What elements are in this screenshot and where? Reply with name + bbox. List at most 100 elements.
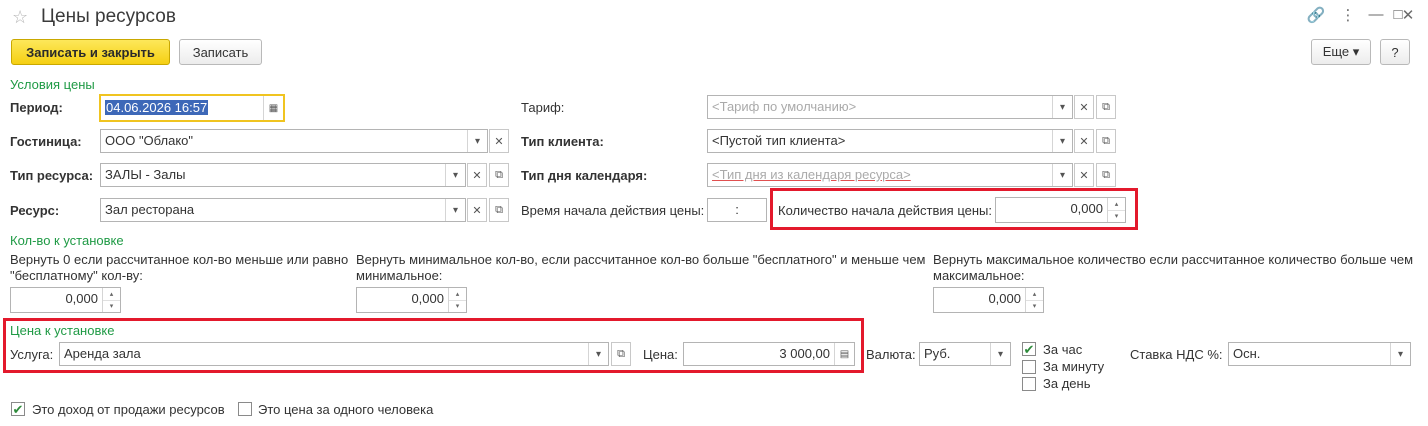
- currency-dropdown-icon[interactable]: ▾: [990, 343, 1010, 365]
- start-time-label: Время начала действия цены:: [521, 203, 705, 218]
- currency-label: Валюта:: [866, 347, 916, 362]
- quantity-col1-value: 0,000: [65, 291, 98, 306]
- quantity-col2-description: Вернуть минимальное кол-во, если рассчит…: [356, 252, 926, 283]
- more-button[interactable]: Еще ▾: [1311, 39, 1371, 65]
- income-label: Это доход от продажи ресурсов: [32, 402, 225, 417]
- client-type-value: <Пустой тип клиента>: [712, 133, 846, 148]
- vat-select[interactable]: Осн. ▾: [1228, 342, 1411, 366]
- favorite-star-icon[interactable]: ☆: [12, 7, 28, 28]
- client-type-label: Тип клиента:: [521, 134, 604, 149]
- service-value: Аренда зала: [64, 346, 141, 361]
- help-button[interactable]: ?: [1380, 39, 1410, 65]
- link-icon[interactable]: 🔗: [1306, 6, 1326, 24]
- start-quantity-label: Количество начала действия цены:: [778, 203, 992, 218]
- resource-type-field[interactable]: ЗАЛЫ - Залы ▾: [100, 163, 466, 187]
- spin-up-icon[interactable]: ▴: [449, 288, 466, 300]
- spin-down-icon[interactable]: ▾: [449, 299, 466, 313]
- quantity-col3-field[interactable]: 0,000 ▴ ▾: [933, 287, 1044, 313]
- calendar-icon[interactable]: ▦: [263, 96, 283, 120]
- spin-down-icon[interactable]: ▾: [1026, 299, 1043, 313]
- resource-type-dropdown-icon[interactable]: ▾: [445, 164, 465, 186]
- currency-select[interactable]: Руб. ▾: [919, 342, 1011, 366]
- per-day-checkbox[interactable]: [1022, 377, 1036, 391]
- calculator-icon[interactable]: ▤: [834, 343, 854, 365]
- service-label: Услуга:: [10, 347, 54, 362]
- day-type-field[interactable]: <Тип дня из календаря ресурса> ▾: [707, 163, 1073, 187]
- price-label: Цена:: [643, 347, 678, 362]
- section-title-price: Цена к установке: [10, 323, 115, 338]
- per-hour-label: За час: [1043, 342, 1083, 357]
- tariff-placeholder: <Тариф по умолчанию>: [712, 99, 857, 114]
- quantity-col2-field[interactable]: 0,000 ▴ ▾: [356, 287, 467, 313]
- tariff-dropdown-icon[interactable]: ▾: [1052, 96, 1072, 118]
- start-quantity-value: 0,000: [1070, 201, 1103, 216]
- hotel-value: ООО "Облако": [105, 133, 194, 148]
- resource-type-open-icon[interactable]: ⧉: [489, 163, 509, 187]
- resource-field[interactable]: Зал ресторана ▾: [100, 198, 466, 222]
- day-type-placeholder: <Тип дня из календаря ресурса>: [712, 167, 911, 182]
- tariff-label: Тариф:: [521, 100, 565, 115]
- per-minute-label: За минуту: [1043, 359, 1105, 374]
- start-time-field[interactable]: :: [707, 198, 767, 222]
- service-dropdown-icon[interactable]: ▾: [588, 343, 608, 365]
- hotel-dropdown-icon[interactable]: ▾: [467, 130, 487, 152]
- close-icon[interactable]: ✕: [1398, 6, 1418, 24]
- period-value: 04.06.2026 16:57: [105, 100, 209, 115]
- resource-type-label: Тип ресурса:: [10, 168, 94, 183]
- spin-up-icon[interactable]: ▴: [103, 288, 120, 300]
- start-quantity-field[interactable]: 0,000 ▴ ▾: [995, 197, 1126, 223]
- tariff-open-icon[interactable]: ⧉: [1096, 95, 1116, 119]
- resource-dropdown-icon[interactable]: ▾: [445, 199, 465, 221]
- tariff-field[interactable]: <Тариф по умолчанию> ▾: [707, 95, 1073, 119]
- resource-open-icon[interactable]: ⧉: [489, 198, 509, 222]
- day-type-dropdown-icon[interactable]: ▾: [1052, 164, 1072, 186]
- service-open-icon[interactable]: ⧉: [611, 342, 631, 366]
- quantity-col3-description: Вернуть максимальное количество если рас…: [933, 252, 1414, 283]
- vat-value: Осн.: [1233, 346, 1261, 361]
- hotel-clear-icon[interactable]: ✕: [489, 129, 509, 153]
- save-and-close-button[interactable]: Записать и закрыть: [11, 39, 170, 65]
- quantity-col3-value: 0,000: [988, 291, 1021, 306]
- tariff-clear-icon[interactable]: ✕: [1074, 95, 1094, 119]
- per-minute-checkbox[interactable]: [1022, 360, 1036, 374]
- start-time-value: :: [735, 202, 739, 217]
- per-hour-checkbox[interactable]: ✔: [1022, 342, 1036, 356]
- client-type-open-icon[interactable]: ⧉: [1096, 129, 1116, 153]
- vat-dropdown-icon[interactable]: ▾: [1390, 343, 1410, 365]
- more-menu-icon[interactable]: ⋮: [1338, 6, 1358, 24]
- day-type-clear-icon[interactable]: ✕: [1074, 163, 1094, 187]
- save-button[interactable]: Записать: [179, 39, 262, 65]
- day-type-open-icon[interactable]: ⧉: [1096, 163, 1116, 187]
- per-person-label: Это цена за одного человека: [258, 402, 434, 417]
- day-type-label: Тип дня календаря:: [521, 168, 648, 183]
- vat-label: Ставка НДС %:: [1130, 347, 1223, 362]
- price-field[interactable]: 3 000,00 ▤: [683, 342, 855, 366]
- service-field[interactable]: Аренда зала ▾: [59, 342, 609, 366]
- resource-type-clear-icon[interactable]: ✕: [467, 163, 487, 187]
- period-field[interactable]: 04.06.2026 16:57 ▦: [99, 94, 285, 122]
- quantity-col2-value: 0,000: [411, 291, 444, 306]
- currency-value: Руб.: [924, 346, 951, 361]
- price-value: 3 000,00: [779, 346, 830, 361]
- client-type-dropdown-icon[interactable]: ▾: [1052, 130, 1072, 152]
- client-type-field[interactable]: <Пустой тип клиента> ▾: [707, 129, 1073, 153]
- hotel-label: Гостиница:: [10, 134, 82, 149]
- income-checkbox[interactable]: ✔: [11, 402, 25, 416]
- quantity-col1-field[interactable]: 0,000 ▴ ▾: [10, 287, 121, 313]
- resource-clear-icon[interactable]: ✕: [467, 198, 487, 222]
- spin-up-icon[interactable]: ▴: [1026, 288, 1043, 300]
- period-label: Период:: [10, 100, 63, 115]
- spin-up-icon[interactable]: ▴: [1108, 198, 1125, 210]
- section-title-conditions: Условия цены: [10, 77, 95, 92]
- per-day-label: За день: [1043, 376, 1091, 391]
- hotel-field[interactable]: ООО "Облако" ▾: [100, 129, 488, 153]
- spin-down-icon[interactable]: ▾: [103, 299, 120, 313]
- per-person-checkbox[interactable]: [238, 402, 252, 416]
- client-type-clear-icon[interactable]: ✕: [1074, 129, 1094, 153]
- resource-value: Зал ресторана: [105, 202, 195, 217]
- resource-type-value: ЗАЛЫ - Залы: [105, 167, 186, 182]
- page-title: Цены ресурсов: [41, 6, 176, 27]
- resource-label: Ресурс:: [10, 203, 60, 218]
- spin-down-icon[interactable]: ▾: [1108, 209, 1125, 223]
- quantity-col1-description: Вернуть 0 если рассчитанное кол-во меньш…: [10, 252, 349, 283]
